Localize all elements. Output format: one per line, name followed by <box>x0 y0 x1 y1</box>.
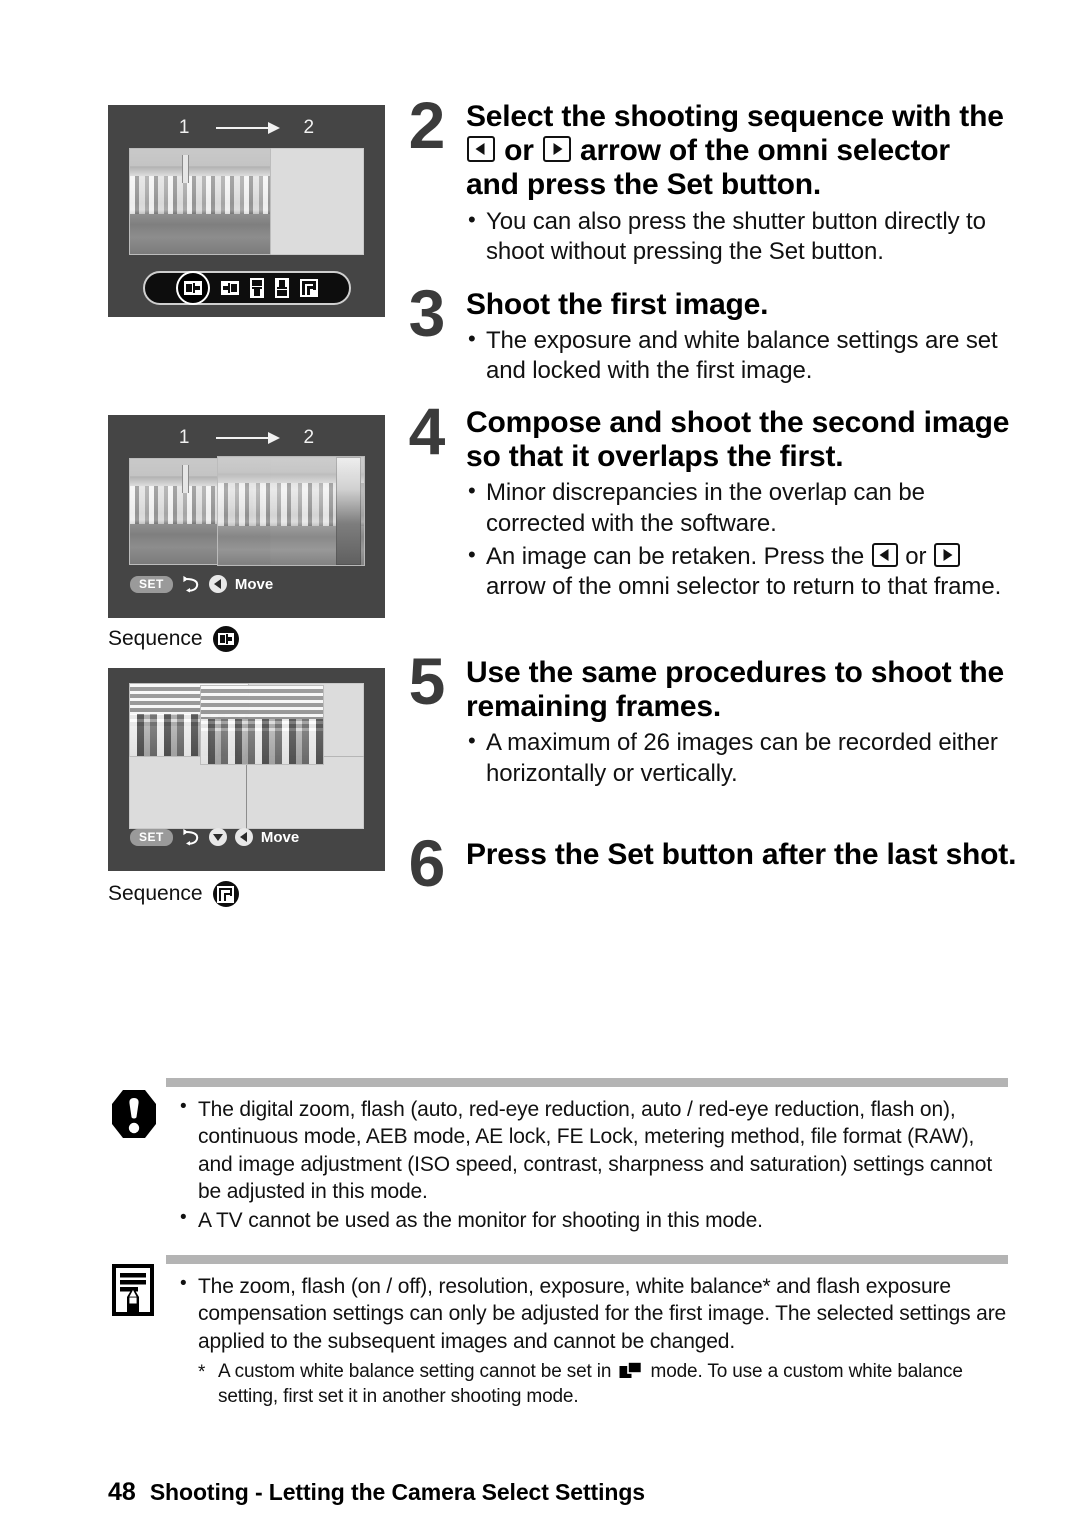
stitch-mode-option-horizontal-ltr-selected[interactable] <box>176 271 210 305</box>
screen-action-bar-2: SET Move <box>130 575 273 593</box>
note-bullet: The zoom, flash (on / off), resolution, … <box>176 1272 1008 1355</box>
step-number: 6 <box>408 826 446 900</box>
warning-bullet: A TV cannot be used as the monitor for s… <box>176 1206 1008 1234</box>
step-6: 6 Press the Set button after the last sh… <box>398 830 1038 897</box>
step-bullet-with-keys: An image can be retaken. Press the or ar… <box>466 541 1018 602</box>
frame-number-2: 2 <box>303 427 315 448</box>
stitch-square-grid-icon <box>212 881 239 907</box>
step-title-line-2-pre: or <box>496 134 542 168</box>
frame-number-1: 1 <box>178 117 190 138</box>
note-callout-body: The zoom, flash (on / off), resolution, … <box>176 1255 1008 1409</box>
camera-screen-second-frame: 1 2 SET Move <box>108 415 385 618</box>
step-number: 3 <box>408 276 446 350</box>
right-arrow-key-icon <box>542 136 571 163</box>
step-title-line-3: so that it overlaps the first. <box>466 440 844 474</box>
captured-photo-1 <box>129 148 271 255</box>
camera-screen-first-frame: 1 2 <box>108 105 385 317</box>
step-5: 5 Use the same procedures to shoot the r… <box>398 644 1018 789</box>
return-arrow-icon <box>183 828 199 846</box>
frame-preview-area-3 <box>129 683 364 829</box>
step-title-line-3: and press the Set button. <box>466 168 822 202</box>
step-title: Press the Set button after the last shot… <box>466 838 1017 871</box>
move-label: Move <box>234 575 274 593</box>
frame-preview-area-2 <box>129 456 365 566</box>
camera-screen-grid-frame: SET Move <box>108 668 385 871</box>
frame-preview-area <box>129 148 364 255</box>
left-arrow-icon <box>208 575 227 593</box>
return-arrow-icon <box>183 575 199 593</box>
step-bullet: Minor discrepancies in the overlap can b… <box>466 477 1018 538</box>
stitch-horizontal-left-to-right-icon <box>184 281 202 295</box>
frame-number-2: 2 <box>303 117 315 138</box>
right-arrow-icon <box>215 122 280 134</box>
step-bullets: The exposure and white balance settings … <box>466 325 1018 386</box>
footnote-marker: * <box>198 1361 206 1383</box>
step-number: 2 <box>408 88 446 162</box>
step-bullet: The exposure and white balance settings … <box>466 325 1018 386</box>
left-arrow-key-icon <box>467 136 495 163</box>
step-bullets: Minor discrepancies in the overlap can b… <box>466 477 1018 602</box>
set-button-hint[interactable]: SET <box>130 828 173 846</box>
stitch-mode-selector[interactable] <box>143 271 351 305</box>
down-arrow-icon <box>208 828 227 846</box>
step-title: Compose and shoot the second image so th… <box>466 406 1018 474</box>
page-number: 48 <box>108 1478 136 1506</box>
step-bullets: You can also press the shutter button di… <box>466 206 1018 267</box>
sequence-caption-grid: Sequence <box>108 881 239 907</box>
step-title: Shoot the first image. <box>466 288 769 321</box>
step-number: 5 <box>408 644 446 718</box>
page-section-title: Shooting - Letting the Camera Select Set… <box>149 1479 645 1505</box>
step-2: 2 Select the shooting sequence with the … <box>398 88 1018 267</box>
sequence-caption-horizontal: Sequence <box>108 626 239 652</box>
screen-sequence-header-2: 1 2 <box>108 423 385 453</box>
note-document-pencil-icon <box>108 1263 160 1319</box>
frame-number-1: 1 <box>178 427 190 448</box>
step-title-line-1: Compose and shoot the second image <box>466 406 1010 439</box>
stitch-square-grid-icon[interactable] <box>300 279 318 297</box>
note-callout: The zoom, flash (on / off), resolution, … <box>108 1255 1008 1409</box>
screen-sequence-header: 1 2 <box>108 113 385 143</box>
left-arrow-icon <box>234 828 253 846</box>
stitch-horizontal-left-to-right-icon <box>212 626 239 652</box>
step-title: Use the same procedures to shoot the rem… <box>466 656 1018 724</box>
manual-page: 1 2 1 2 SET Move Sequence SET Move Seque… <box>0 0 1080 1529</box>
step-title: Select the shooting sequence with the or… <box>466 100 1018 203</box>
stitch-vertical-down-icon[interactable] <box>275 278 289 298</box>
right-arrow-key-icon <box>934 542 961 567</box>
stitch-horizontal-right-to-left-icon[interactable] <box>221 281 239 295</box>
step-title-line-1: Select the shooting sequence with the <box>466 100 1004 133</box>
note-footnote: * A custom white balance setting cannot b… <box>176 1360 1008 1409</box>
sequence-label: Sequence <box>108 882 203 905</box>
screen-action-bar-3: SET Move <box>130 828 299 846</box>
step-3: 3 Shoot the first image. The exposure an… <box>398 276 1018 387</box>
footnote-text-pre: A custom white balance setting cannot be… <box>218 1360 617 1382</box>
step-bullets: A maximum of 26 images can be recorded e… <box>466 727 1018 788</box>
bullet-text-pre: An image can be retaken. Press the <box>486 542 871 570</box>
step-bullet: You can also press the shutter button di… <box>466 206 1018 267</box>
step-title-line-3: remaining frames. <box>466 690 722 724</box>
warning-callout-body: The digital zoom, flash (auto, red-eye r… <box>176 1078 1008 1234</box>
page-footer: 48 Shooting - Letting the Camera Select … <box>108 1478 645 1507</box>
right-arrow-icon <box>215 432 280 444</box>
stitch-vertical-up-icon[interactable] <box>250 278 264 298</box>
step-title-line-2-post: arrow of the omni selector <box>571 134 950 168</box>
left-arrow-key-icon <box>871 542 898 567</box>
bullet-text-post: arrow of the omni selector to return to … <box>486 573 1002 601</box>
bullet-text-mid: or <box>898 542 934 570</box>
step-title-line-1: Use the same procedures to shoot the <box>466 656 1004 689</box>
sequence-label: Sequence <box>108 627 203 650</box>
move-label: Move <box>260 828 300 846</box>
callout-divider <box>166 1078 1008 1087</box>
warning-bullet: The digital zoom, flash (auto, red-eye r… <box>176 1095 1008 1205</box>
stitch-assist-mode-icon <box>619 1361 643 1380</box>
step-4: 4 Compose and shoot the second image so … <box>398 394 1018 602</box>
live-photo-2 <box>217 456 365 566</box>
step-bullet: A maximum of 26 images can be recorded e… <box>466 727 1018 788</box>
step-number: 4 <box>408 394 446 468</box>
warning-octagon-icon <box>108 1086 160 1142</box>
warning-callout: The digital zoom, flash (auto, red-eye r… <box>108 1078 1008 1236</box>
callout-divider <box>166 1255 1008 1264</box>
set-button-hint[interactable]: SET <box>130 575 173 593</box>
live-photo-corridor-2 <box>200 685 324 765</box>
